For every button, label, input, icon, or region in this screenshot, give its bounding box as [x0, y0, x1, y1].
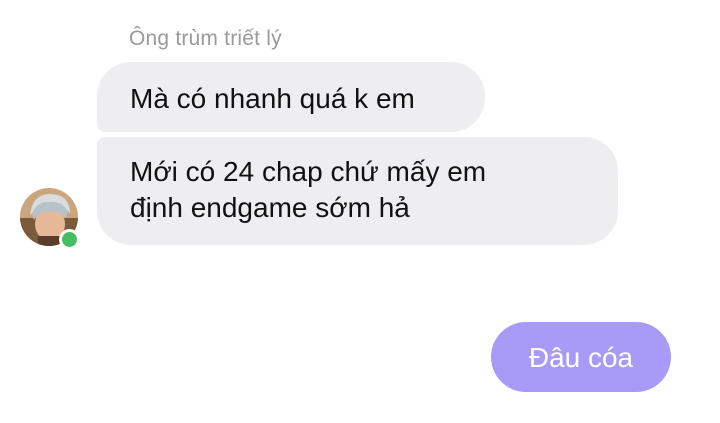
- outgoing-message-bubble[interactable]: Đâu cóa: [491, 322, 671, 392]
- incoming-message-bubble[interactable]: Mà có nhanh quá k em: [97, 62, 485, 132]
- incoming-message-bubble[interactable]: Mới có 24 chap chứ mấy em định endgame s…: [97, 137, 618, 245]
- sender-name: Ông trùm triết lý: [129, 27, 282, 50]
- online-status-dot: [59, 229, 80, 250]
- chat-thread: Ông trùm triết lý Mà có nhanh quá k em M…: [0, 0, 720, 423]
